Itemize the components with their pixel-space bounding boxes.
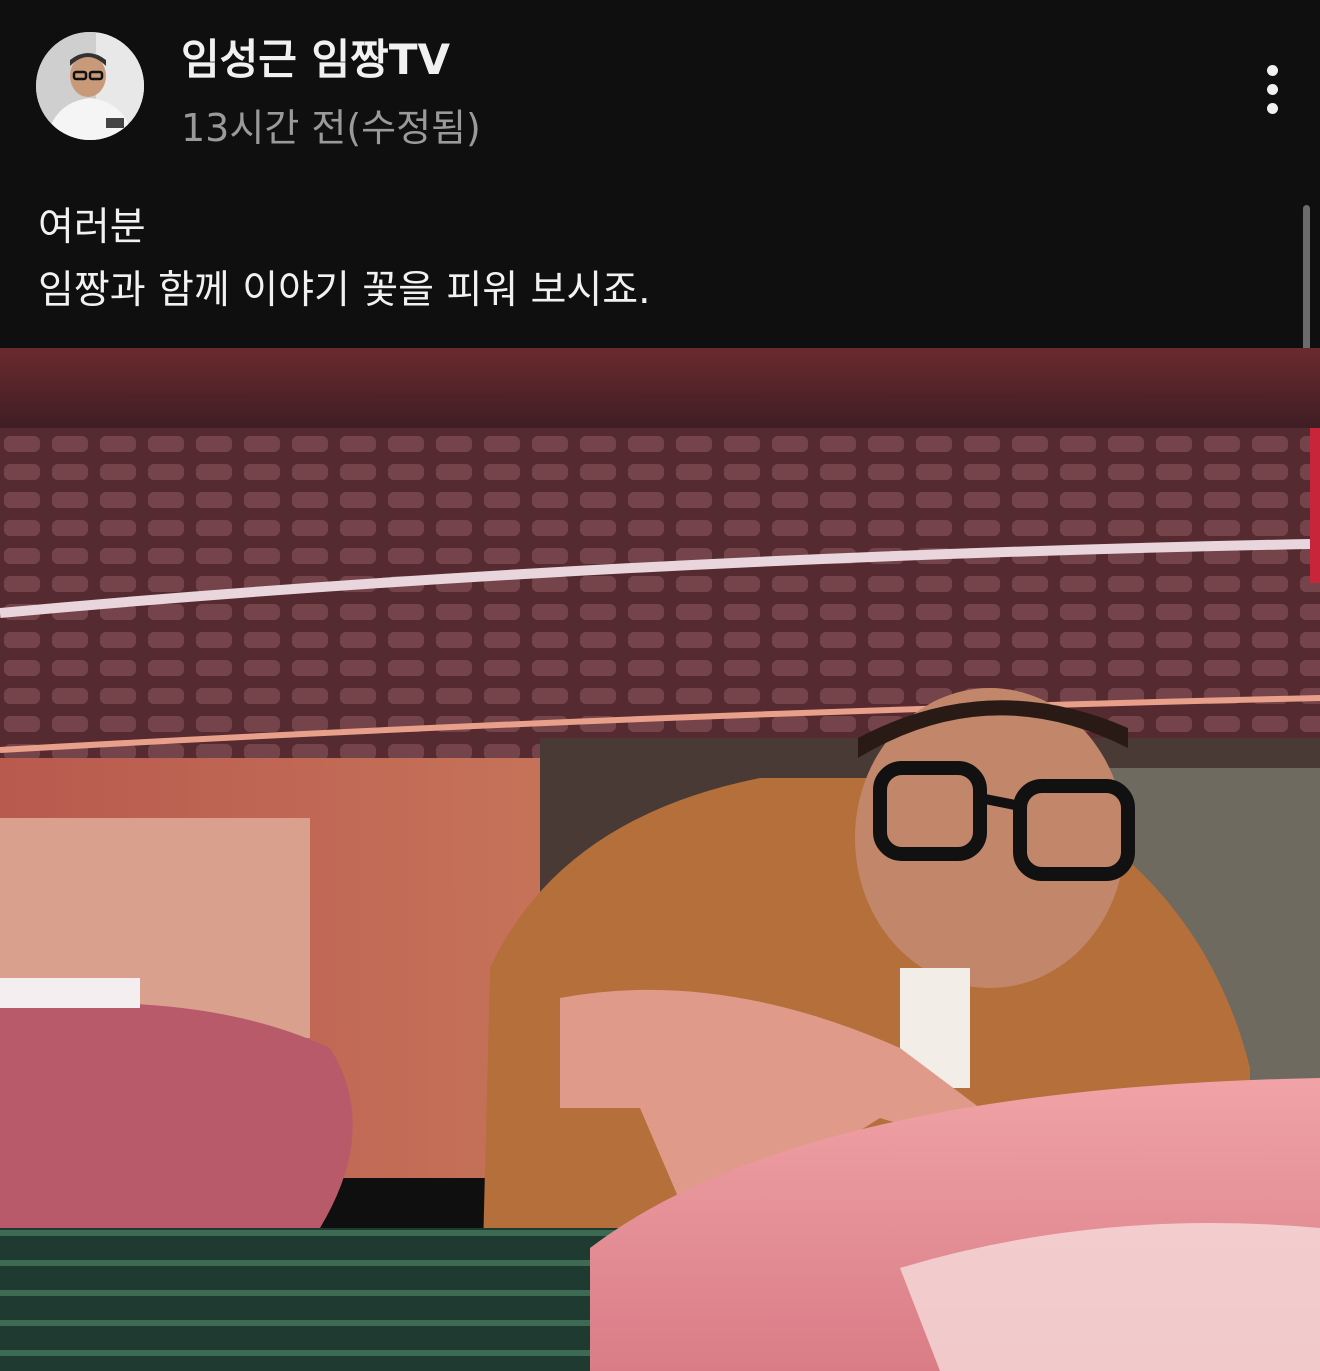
channel-avatar[interactable] (36, 32, 144, 140)
post-header: 임성근 임짱TV 13시간 전(수정됨) (0, 0, 1320, 180)
post-image[interactable] (0, 348, 1320, 1371)
channel-name[interactable]: 임성근 임짱TV (181, 26, 450, 87)
more-vertical-icon (1266, 64, 1278, 76)
post-text-line-1: 여러분 (38, 205, 146, 250)
post-body-text: 여러분 임짱과 함께 이야기 꽃을 피워 보시죠. (38, 196, 1258, 322)
post-photo (0, 348, 1320, 1371)
more-vertical-icon-dot-3 (1266, 102, 1278, 114)
post-timestamp: 13시간 전(수정됨) (181, 106, 481, 150)
avatar-image (36, 32, 144, 140)
more-vertical-icon-dot-2 (1266, 83, 1278, 95)
post-text-line-2: 임짱과 함께 이야기 꽃을 피워 보시죠. (38, 268, 651, 313)
more-options-button[interactable] (1246, 58, 1298, 120)
community-post: 임성근 임짱TV 13시간 전(수정됨) 여러분 임짱과 함께 이야기 꽃을 피… (0, 0, 1320, 1371)
